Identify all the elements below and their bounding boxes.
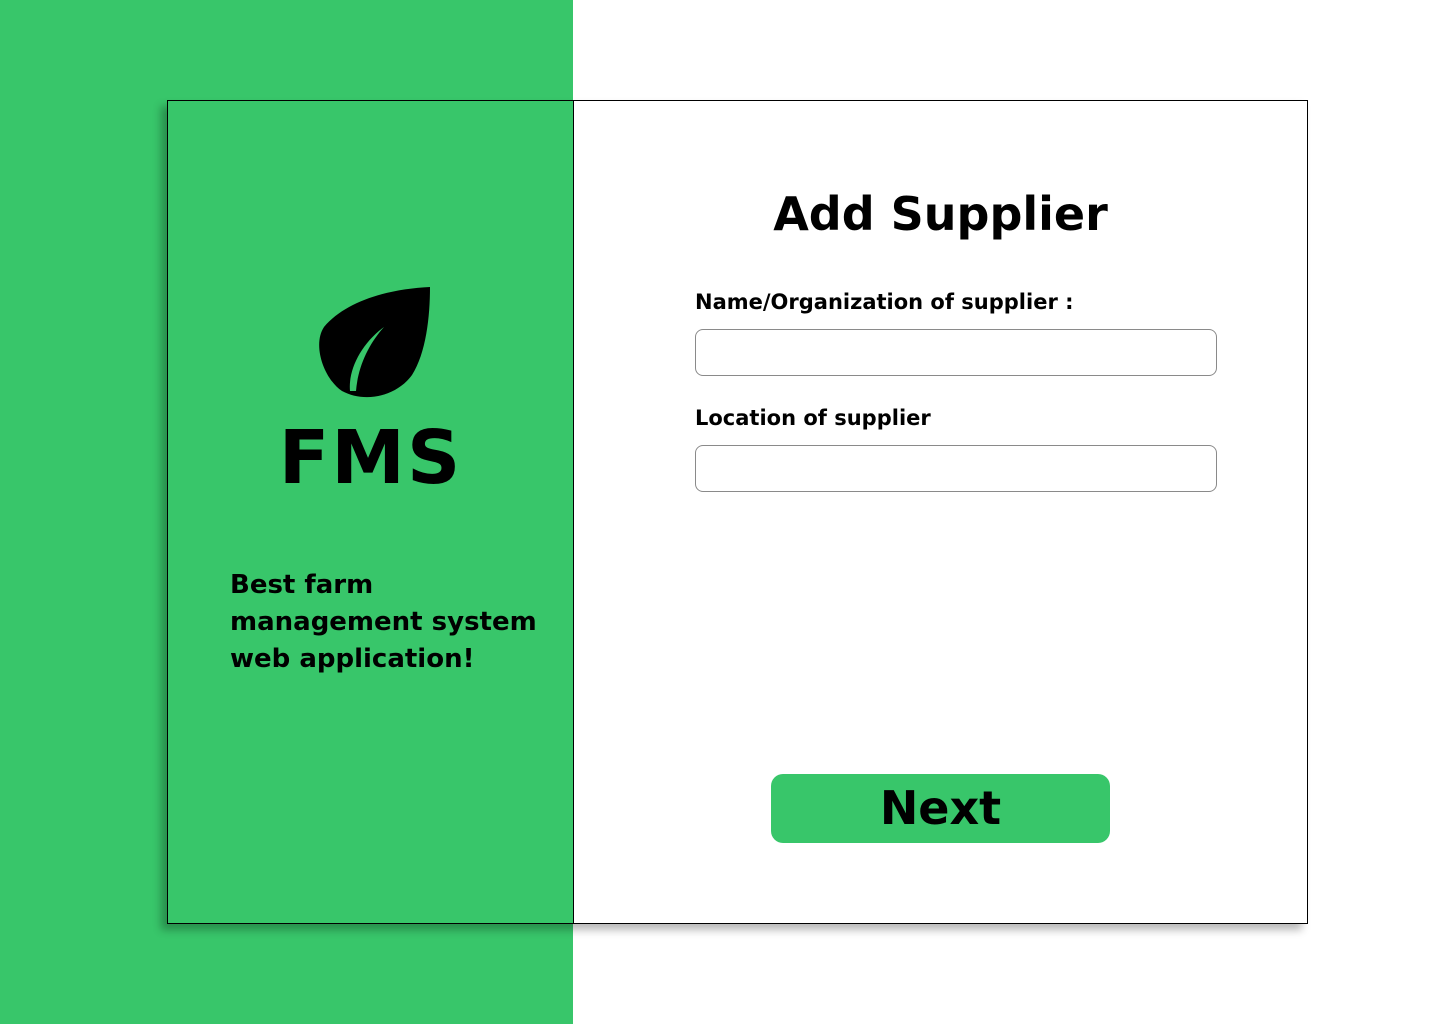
supplier-location-label: Location of supplier — [695, 406, 931, 430]
brand-name: FMS — [278, 415, 463, 501]
brand-panel: FMS Best farm management system web appl… — [167, 100, 574, 924]
next-button[interactable]: Next — [771, 774, 1110, 843]
brand-tagline: Best farm management system web applicat… — [230, 570, 537, 674]
supplier-name-input[interactable] — [695, 329, 1217, 376]
supplier-card: FMS Best farm management system web appl… — [167, 100, 1308, 924]
page-title: Add Supplier — [773, 187, 1108, 241]
form-panel: Add Supplier Name/Organization of suppli… — [573, 100, 1308, 924]
supplier-name-label: Name/Organization of supplier : — [695, 290, 1074, 314]
supplier-location-input[interactable] — [695, 445, 1217, 492]
leaf-icon — [319, 287, 430, 398]
